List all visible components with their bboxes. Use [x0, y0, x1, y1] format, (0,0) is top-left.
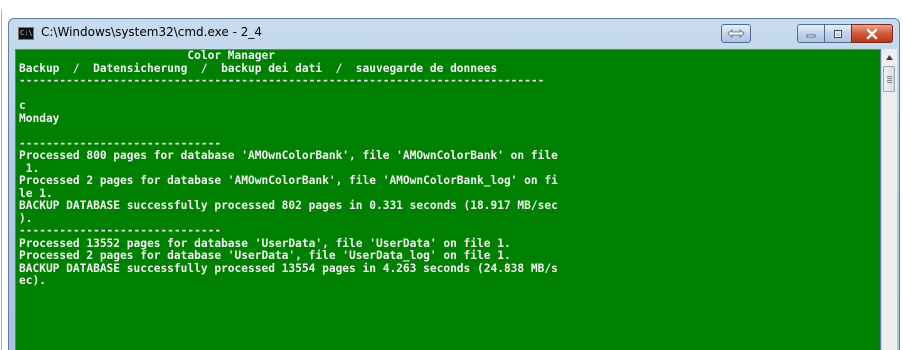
console-line: c — [19, 99, 26, 112]
console-line: ------------------------------ — [19, 136, 222, 150]
console-line: Processed 13552 pages for database 'User… — [19, 236, 511, 250]
console-line: Color Manager — [19, 49, 275, 62]
switch-window-button[interactable] — [721, 24, 751, 43]
cmd-window[interactable]: C:\ C:\Windows\system32\cmd.exe - 2_4 Co… — [8, 18, 900, 350]
grip-line — [887, 78, 892, 79]
grip-line — [887, 76, 892, 77]
console-line: ec). — [19, 274, 46, 287]
console-line: BACKUP DATABASE successfully processed 8… — [19, 199, 558, 212]
console-line: Processed 2 pages for database 'UserData… — [19, 249, 511, 262]
console-text: Color Manager Backup / Datensicherung / … — [16, 50, 880, 288]
console-line: 1. — [19, 161, 40, 175]
grip-line — [887, 80, 892, 81]
console-line: ). — [19, 211, 33, 225]
console-line: Processed 800 pages for database 'AMOwnC… — [19, 149, 558, 162]
console-line: ------------------------------ — [19, 224, 222, 237]
close-icon — [866, 28, 878, 39]
minimize-button[interactable] — [797, 24, 825, 43]
window-title: C:\Windows\system32\cmd.exe - 2_4 — [41, 25, 263, 39]
console-line: Monday — [19, 111, 60, 125]
maximize-button[interactable] — [824, 24, 852, 43]
cmd-icon[interactable]: C:\ — [18, 27, 34, 40]
arrow-up-icon — [886, 54, 893, 60]
scroll-thumb[interactable] — [883, 66, 895, 92]
minimize-icon — [806, 34, 816, 37]
console-output[interactable]: Color Manager Backup / Datensicherung / … — [15, 49, 881, 350]
vertical-scrollbar[interactable] — [881, 49, 897, 350]
console-line: Backup / Datensicherung / backup dei dat… — [19, 61, 498, 75]
console-line: ----------------------------------------… — [19, 74, 545, 87]
title-bar[interactable]: C:\ C:\Windows\system32\cmd.exe - 2_4 — [9, 19, 899, 49]
console-line: le 1. — [19, 186, 53, 200]
maximize-icon — [834, 29, 842, 38]
background-edge — [1, 10, 6, 350]
switch-icon — [727, 29, 745, 38]
console-line: Processed 2 pages for database 'AMOwnCol… — [19, 174, 558, 187]
console-line: BACKUP DATABASE successfully processed 1… — [19, 261, 558, 275]
grip-line — [887, 82, 892, 83]
scroll-up-button[interactable] — [882, 49, 897, 65]
close-button[interactable] — [851, 24, 893, 43]
